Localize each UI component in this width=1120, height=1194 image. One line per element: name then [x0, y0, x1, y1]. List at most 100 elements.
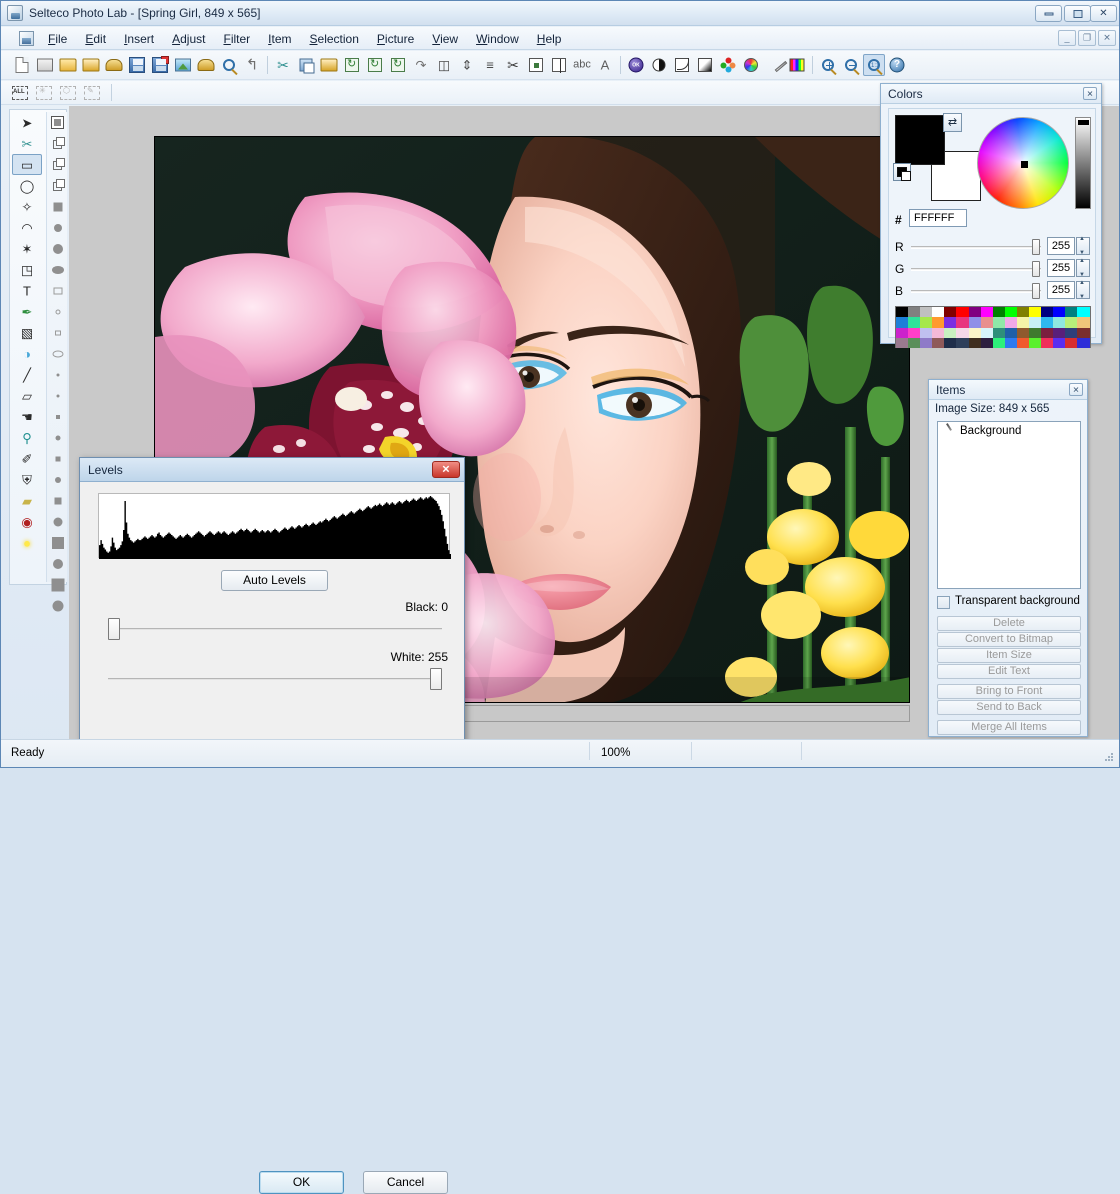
palette-swatch[interactable] — [920, 328, 932, 338]
palette-swatch[interactable] — [981, 317, 993, 327]
palette-swatch[interactable] — [1005, 338, 1017, 348]
brush-size-shape-two-squares-a[interactable] — [47, 133, 68, 154]
auto-levels-button[interactable]: Auto Levels — [221, 570, 328, 591]
palette-swatch[interactable] — [920, 317, 932, 327]
palette-swatch[interactable] — [993, 328, 1005, 338]
palette-swatch[interactable] — [920, 338, 932, 348]
palette-swatch[interactable] — [956, 317, 968, 327]
palette-swatch[interactable] — [1053, 338, 1065, 348]
palette-swatch[interactable] — [969, 317, 981, 327]
palette-swatch[interactable] — [1077, 307, 1089, 317]
palette-swatch[interactable] — [896, 328, 908, 338]
rotate-free-icon[interactable]: ↷ — [410, 54, 432, 76]
brush-size-dot-ellipse-lg[interactable] — [47, 259, 68, 280]
palette-swatch[interactable] — [1029, 307, 1041, 317]
tool-red-eye[interactable]: ◉ — [12, 511, 42, 532]
menu-selection[interactable]: Selection — [301, 29, 368, 49]
palette-swatch[interactable] — [956, 338, 968, 348]
brush-size-dot-circle-md[interactable] — [47, 217, 68, 238]
flip-horizontal-icon[interactable]: ◫ — [433, 54, 455, 76]
brush-size-dot-sm-2[interactable] — [47, 511, 68, 532]
tool-gradient[interactable]: ▧ — [12, 322, 42, 343]
palette-swatch[interactable] — [1053, 317, 1065, 327]
rotate-180-icon[interactable] — [364, 54, 386, 76]
palette-swatch[interactable] — [993, 307, 1005, 317]
palette-swatch[interactable] — [1029, 338, 1041, 348]
palette-swatch[interactable] — [1017, 338, 1029, 348]
palette-swatch[interactable] — [1077, 328, 1089, 338]
white-level-slider[interactable] — [100, 668, 450, 690]
white-slider-thumb[interactable] — [430, 668, 442, 690]
color-effects-icon[interactable] — [786, 54, 808, 76]
hue-saturation-icon[interactable] — [740, 54, 762, 76]
palette-swatch[interactable] — [1077, 317, 1089, 327]
save-as-icon[interactable] — [149, 54, 171, 76]
palette-swatch[interactable] — [944, 328, 956, 338]
palette-swatch[interactable] — [932, 317, 944, 327]
palette-swatch[interactable] — [1065, 338, 1077, 348]
palette-swatch[interactable] — [1065, 328, 1077, 338]
channel-value-r[interactable]: 255 — [1047, 237, 1075, 255]
zoom-actual-icon[interactable]: 1:1 — [863, 54, 885, 76]
reset-default-colors-button[interactable] — [893, 163, 911, 181]
flip-vertical-icon[interactable]: ⇕ — [456, 54, 478, 76]
palette-swatch[interactable] — [1065, 317, 1077, 327]
open-folder-icon[interactable] — [57, 54, 79, 76]
tool-eyedropper[interactable]: ✒ — [12, 301, 42, 322]
channel-thumb-g[interactable] — [1032, 261, 1040, 277]
palette-swatch[interactable] — [1005, 317, 1017, 327]
optimize-icon[interactable] — [625, 54, 647, 76]
brush-size-outline-sq-sm[interactable] — [47, 322, 68, 343]
swap-colors-button[interactable] — [943, 113, 962, 132]
palette-swatch[interactable] — [1065, 307, 1077, 317]
trim-icon[interactable] — [548, 54, 570, 76]
new-icon[interactable] — [11, 54, 33, 76]
palette-swatch[interactable] — [1005, 328, 1017, 338]
palette-swatch[interactable] — [956, 328, 968, 338]
palette-swatch[interactable] — [944, 307, 956, 317]
brush-size-dot-tiny-1[interactable] — [47, 427, 68, 448]
align-icon[interactable]: ≡ — [479, 54, 501, 76]
palette-swatch[interactable] — [1041, 338, 1053, 348]
tool-sphere[interactable]: ◑ — [12, 343, 42, 364]
resize-grip[interactable] — [1105, 753, 1115, 763]
color-wheel[interactable] — [977, 117, 1069, 209]
palette-swatch[interactable] — [896, 307, 908, 317]
palette-swatch[interactable] — [1017, 307, 1029, 317]
brush-size-dot-circle-1[interactable] — [47, 364, 68, 385]
tool-shapes[interactable]: ◳ — [12, 259, 42, 280]
black-level-slider[interactable] — [100, 618, 450, 640]
palette-swatch[interactable] — [896, 338, 908, 348]
channel-spinner-g[interactable] — [1076, 259, 1090, 277]
zoom-out-icon[interactable] — [840, 54, 862, 76]
palette-swatch[interactable] — [1005, 307, 1017, 317]
palette-swatch[interactable] — [981, 338, 993, 348]
channel-spinner-r[interactable] — [1076, 237, 1090, 255]
copy-icon[interactable] — [295, 54, 317, 76]
color-palette-grid[interactable] — [895, 306, 1091, 348]
palette-swatch[interactable] — [932, 307, 944, 317]
brush-size-dot-lg-1[interactable] — [47, 574, 68, 595]
mdi-close-button[interactable]: ✕ — [1098, 30, 1116, 46]
brush-size-shape-two-squares-b[interactable] — [47, 154, 68, 175]
brush-size-dot-tiny-3[interactable] — [47, 469, 68, 490]
menu-window[interactable]: Window — [467, 29, 528, 49]
foreground-color-swatch[interactable] — [895, 115, 945, 165]
menu-edit[interactable]: Edit — [76, 29, 115, 49]
tool-scissors[interactable]: ✂ — [12, 133, 42, 154]
preview-icon[interactable] — [218, 54, 240, 76]
menu-file[interactable]: File — [39, 29, 76, 49]
brush-size-dot-md-1[interactable] — [47, 532, 68, 553]
cut-icon[interactable]: ✂ — [272, 54, 294, 76]
menu-adjust[interactable]: Adjust — [163, 29, 214, 49]
window-close-button[interactable]: ✕ — [1090, 5, 1117, 22]
palette-swatch[interactable] — [932, 338, 944, 348]
palette-swatch[interactable] — [981, 307, 993, 317]
colors-panel-close-icon[interactable] — [1083, 87, 1097, 100]
brush-size-dot-md-2[interactable] — [47, 553, 68, 574]
palette-swatch[interactable] — [920, 307, 932, 317]
window-minimize-button[interactable] — [1035, 5, 1062, 22]
cancel-button[interactable]: Cancel — [363, 1171, 448, 1194]
brush-size-shape-square-outline-filled[interactable] — [47, 112, 68, 133]
window-maximize-button[interactable] — [1064, 5, 1091, 22]
